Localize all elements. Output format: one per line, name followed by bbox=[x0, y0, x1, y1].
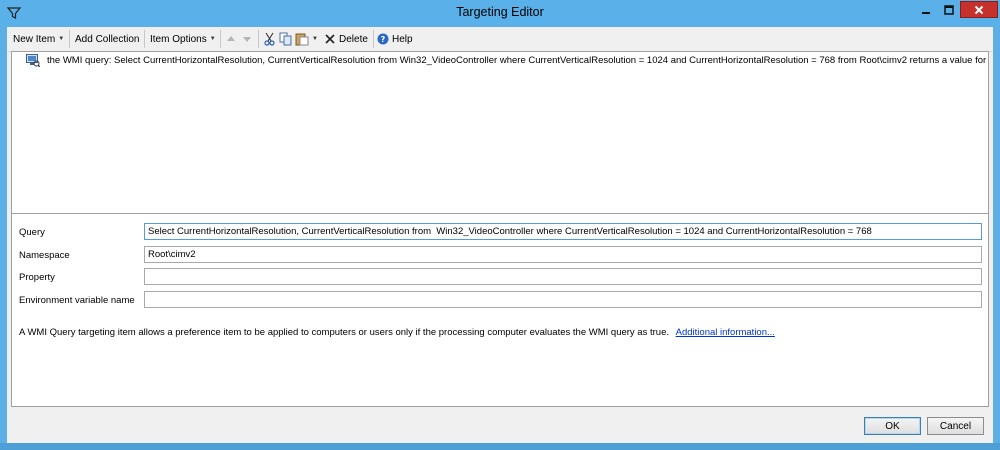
window-bottom-edge bbox=[0, 443, 1000, 450]
paste-button[interactable]: ▼ bbox=[295, 30, 318, 48]
close-button[interactable] bbox=[960, 1, 998, 18]
item-options-button[interactable]: Item Options ▼ bbox=[150, 30, 216, 48]
cancel-label: Cancel bbox=[939, 420, 972, 432]
chevron-down-icon: ▼ bbox=[209, 36, 216, 42]
targeting-editor-window: Targeting Editor New Item ▼ Add Collecti… bbox=[0, 0, 1000, 450]
toolbar-divider bbox=[144, 30, 145, 48]
wmi-query-icon bbox=[26, 53, 40, 67]
chevron-down-icon: ▼ bbox=[58, 36, 65, 42]
move-down-button[interactable] bbox=[241, 30, 253, 48]
namespace-label: Namespace bbox=[19, 250, 70, 261]
cancel-button[interactable]: Cancel bbox=[927, 417, 984, 435]
targeting-items-tree[interactable]: the WMI query: Select CurrentHorizontalR… bbox=[11, 51, 989, 236]
cut-button[interactable] bbox=[263, 30, 276, 48]
svg-text:?: ? bbox=[381, 35, 386, 44]
arrow-up-icon bbox=[227, 36, 235, 41]
toolbar-divider bbox=[69, 30, 70, 48]
toolbar-divider bbox=[220, 30, 221, 48]
namespace-input[interactable] bbox=[144, 246, 982, 263]
scissors-icon bbox=[264, 32, 275, 46]
toolbar: New Item ▼ Add Collection Item Options ▼ bbox=[7, 27, 993, 52]
maximize-icon bbox=[944, 4, 954, 15]
title-bar[interactable]: Targeting Editor bbox=[0, 0, 1000, 26]
chevron-down-icon: ▼ bbox=[312, 36, 318, 42]
close-icon bbox=[974, 5, 984, 14]
tree-item-wmi-query[interactable]: the WMI query: Select CurrentHorizontalR… bbox=[26, 53, 986, 67]
query-input[interactable] bbox=[144, 223, 982, 240]
help-icon: ? bbox=[377, 33, 389, 45]
add-collection-label: Add Collection bbox=[75, 33, 140, 45]
add-collection-button[interactable]: Add Collection bbox=[75, 30, 139, 48]
move-up-button[interactable] bbox=[225, 30, 237, 48]
help-button[interactable]: ? Help bbox=[377, 30, 413, 48]
tree-item-label: the WMI query: Select CurrentHorizontalR… bbox=[47, 54, 987, 66]
window-title: Targeting Editor bbox=[456, 5, 544, 19]
delete-button[interactable]: Delete bbox=[324, 30, 368, 48]
minimize-button[interactable] bbox=[914, 1, 938, 18]
copy-icon bbox=[279, 32, 292, 46]
dialog-client-area: New Item ▼ Add Collection Item Options ▼ bbox=[7, 27, 993, 443]
minimize-icon bbox=[922, 11, 930, 14]
toolbar-divider bbox=[373, 30, 374, 48]
description-text: A WMI Query targeting item allows a pref… bbox=[19, 327, 979, 338]
description-body: A WMI Query targeting item allows a pref… bbox=[19, 327, 669, 338]
delete-label: Delete bbox=[339, 33, 368, 45]
ok-button[interactable]: OK bbox=[864, 417, 921, 435]
paste-icon bbox=[295, 33, 309, 46]
item-options-label: Item Options bbox=[150, 33, 207, 45]
new-item-label: New Item bbox=[13, 33, 56, 45]
toolbar-divider bbox=[258, 30, 259, 48]
delete-x-icon bbox=[325, 34, 335, 44]
new-item-button[interactable]: New Item ▼ bbox=[13, 30, 64, 48]
environment-variable-input[interactable] bbox=[144, 291, 982, 308]
property-label: Property bbox=[19, 272, 55, 283]
help-label: Help bbox=[392, 33, 413, 45]
maximize-button[interactable] bbox=[938, 1, 960, 18]
properties-panel: Query Namespace Property Environment var… bbox=[11, 213, 989, 407]
query-label: Query bbox=[19, 227, 45, 238]
arrow-down-icon bbox=[243, 37, 251, 42]
copy-button[interactable] bbox=[279, 30, 293, 48]
environment-variable-label: Environment variable name bbox=[19, 295, 135, 306]
ok-label: OK bbox=[885, 420, 900, 432]
property-input[interactable] bbox=[144, 268, 982, 285]
additional-information-link[interactable]: Additional information... bbox=[676, 327, 775, 338]
